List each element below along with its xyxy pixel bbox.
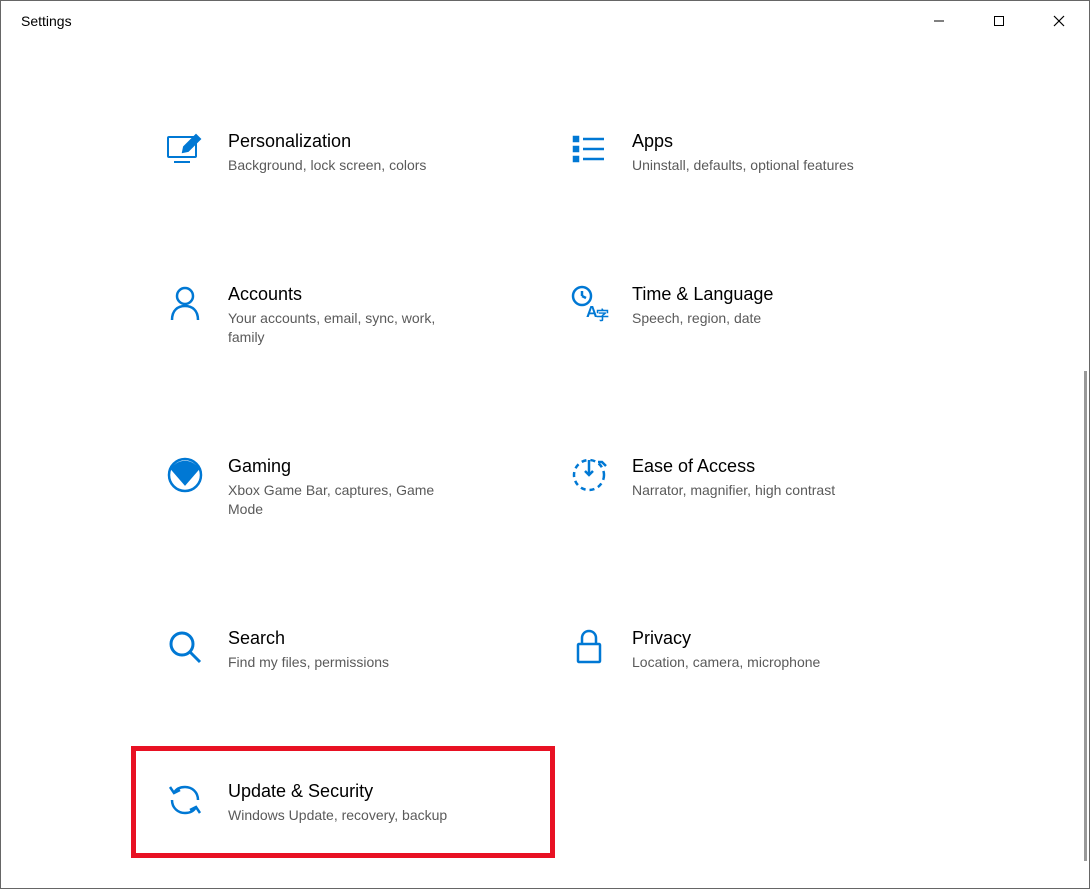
category-time-language[interactable]: A 字 Time & Language Speech, region, date [560, 274, 934, 356]
category-desc: Narrator, magnifier, high contrast [632, 481, 835, 501]
minimize-button[interactable] [909, 1, 969, 41]
categories-grid: Personalization Background, lock screen,… [156, 121, 934, 833]
category-text: Search Find my files, permissions [228, 626, 389, 673]
category-desc: Uninstall, defaults, optional features [632, 156, 854, 176]
category-desc: Speech, region, date [632, 309, 773, 329]
scrollbar[interactable] [1084, 371, 1087, 861]
category-desc: Windows Update, recovery, backup [228, 806, 447, 826]
category-text: Ease of Access Narrator, magnifier, high… [632, 454, 835, 501]
category-text: Personalization Background, lock screen,… [228, 129, 426, 176]
category-text: Gaming Xbox Game Bar, captures, Game Mod… [228, 454, 458, 520]
category-title: Apps [632, 131, 854, 152]
titlebar: Settings [1, 1, 1089, 41]
category-title: Personalization [228, 131, 426, 152]
category-title: Privacy [632, 628, 820, 649]
personalization-icon [164, 129, 206, 171]
category-text: Time & Language Speech, region, date [632, 282, 773, 329]
ease-of-access-icon [568, 454, 610, 496]
settings-content: Personalization Background, lock screen,… [1, 41, 1089, 888]
time-language-icon: A 字 [568, 282, 610, 324]
category-desc: Your accounts, email, sync, work, family [228, 309, 458, 348]
category-title: Search [228, 628, 389, 649]
category-apps[interactable]: Apps Uninstall, defaults, optional featu… [560, 121, 934, 184]
accounts-icon [164, 282, 206, 324]
category-text: Accounts Your accounts, email, sync, wor… [228, 282, 458, 348]
category-text: Privacy Location, camera, microphone [632, 626, 820, 673]
category-update-security[interactable]: Update & Security Windows Update, recove… [156, 771, 530, 834]
category-title: Ease of Access [632, 456, 835, 477]
search-icon [164, 626, 206, 668]
category-privacy[interactable]: Privacy Location, camera, microphone [560, 618, 934, 681]
category-text: Update & Security Windows Update, recove… [228, 779, 447, 826]
category-search[interactable]: Search Find my files, permissions [156, 618, 530, 681]
category-desc: Background, lock screen, colors [228, 156, 426, 176]
category-title: Update & Security [228, 781, 447, 802]
category-desc: Find my files, permissions [228, 653, 389, 673]
window-controls [909, 1, 1089, 41]
svg-text:字: 字 [596, 308, 609, 323]
category-desc: Location, camera, microphone [632, 653, 820, 673]
privacy-icon [568, 626, 610, 668]
category-text: Apps Uninstall, defaults, optional featu… [632, 129, 854, 176]
category-title: Accounts [228, 284, 458, 305]
apps-icon [568, 129, 610, 171]
close-button[interactable] [1029, 1, 1089, 41]
maximize-button[interactable] [969, 1, 1029, 41]
update-security-icon [164, 779, 206, 821]
category-title: Time & Language [632, 284, 773, 305]
category-personalization[interactable]: Personalization Background, lock screen,… [156, 121, 530, 184]
window-title: Settings [21, 13, 72, 29]
gaming-icon [164, 454, 206, 496]
category-accounts[interactable]: Accounts Your accounts, email, sync, wor… [156, 274, 530, 356]
category-ease-of-access[interactable]: Ease of Access Narrator, magnifier, high… [560, 446, 934, 528]
category-title: Gaming [228, 456, 458, 477]
category-gaming[interactable]: Gaming Xbox Game Bar, captures, Game Mod… [156, 446, 530, 528]
category-desc: Xbox Game Bar, captures, Game Mode [228, 481, 458, 520]
